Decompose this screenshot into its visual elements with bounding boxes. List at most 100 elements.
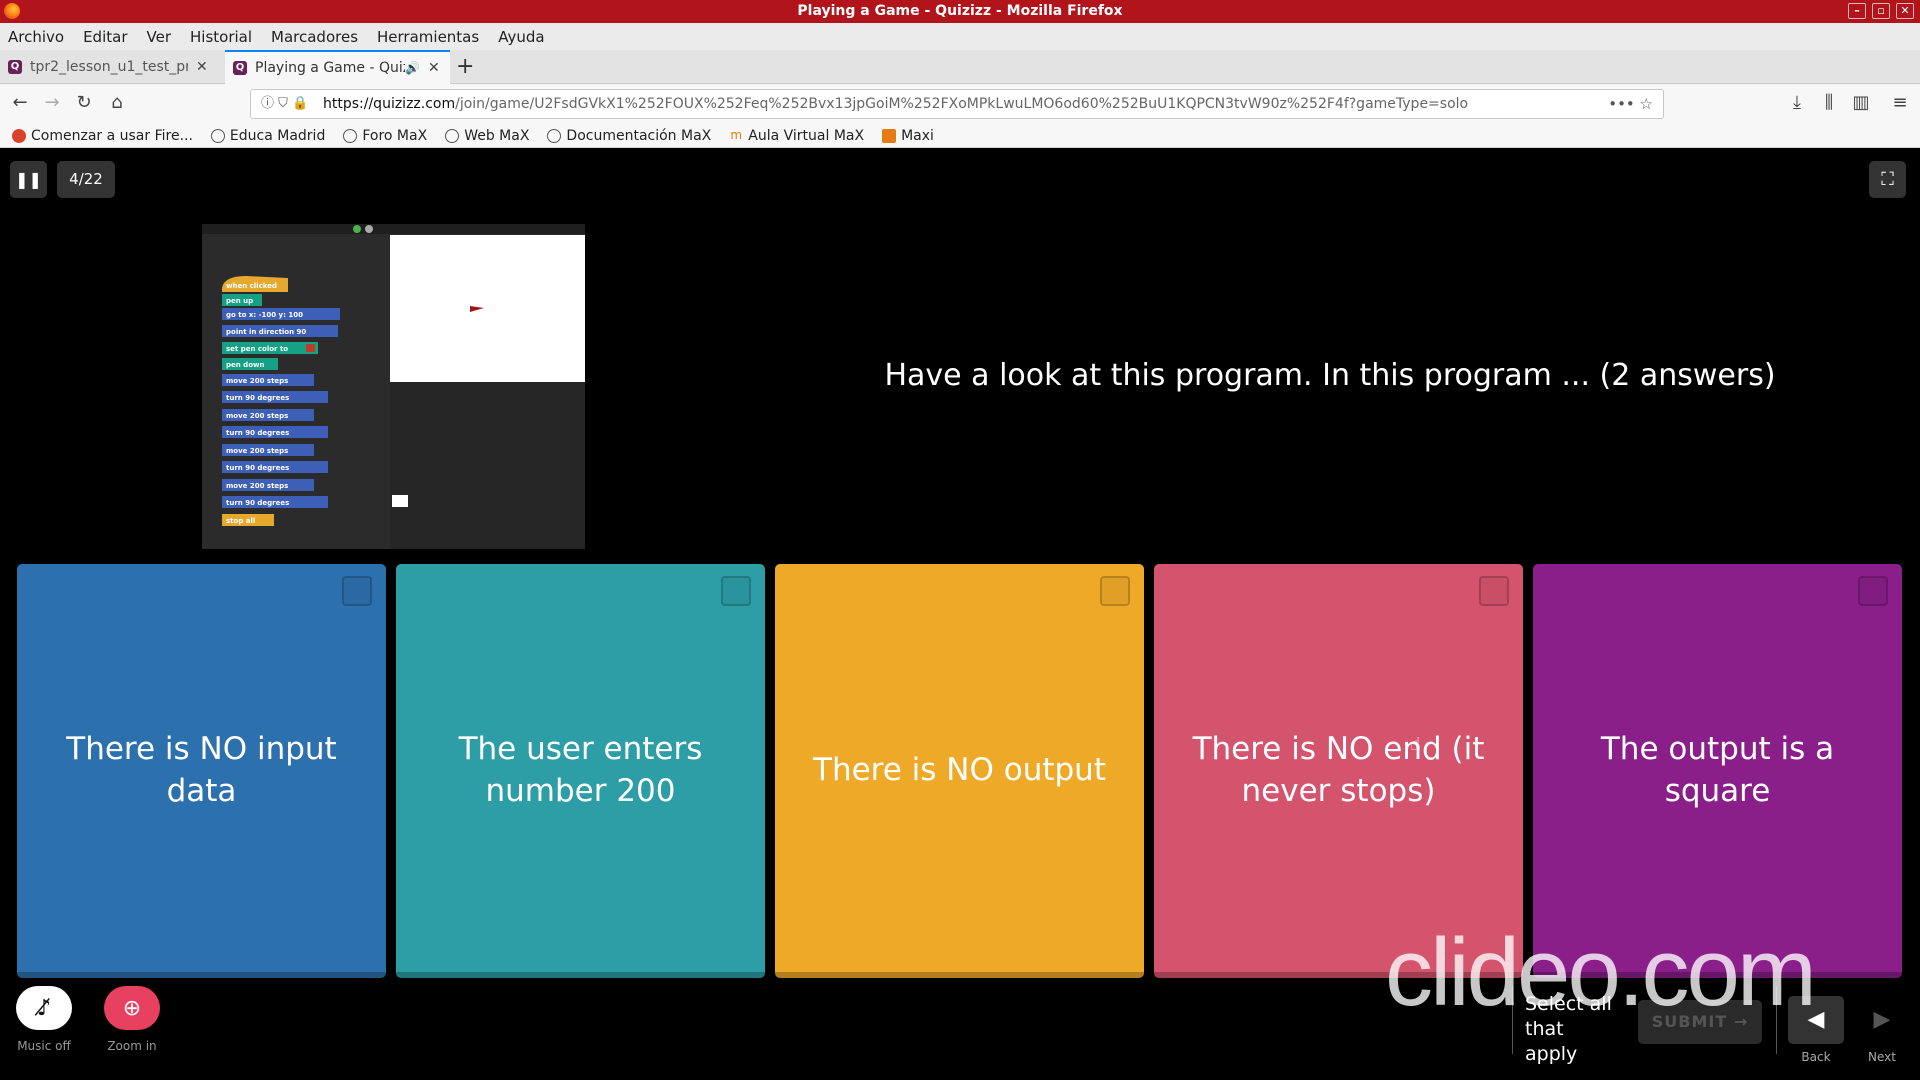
maximize-button[interactable]: ▫ bbox=[1872, 3, 1890, 19]
new-tab-button[interactable]: + bbox=[456, 54, 474, 79]
zoom-in-icon: ⊕ bbox=[122, 995, 142, 1021]
program-block: move 200 steps bbox=[226, 447, 288, 455]
bookmark-label: Web MaX bbox=[464, 127, 530, 144]
site-info-icon[interactable]: ⓘ ⛉ 🔒 bbox=[261, 90, 308, 118]
option-checkbox[interactable] bbox=[342, 576, 372, 606]
program-block: pen down bbox=[226, 361, 264, 369]
audio-playing-icon[interactable]: 🔊 bbox=[405, 61, 420, 75]
hamburger-menu-icon[interactable]: ≡ bbox=[1888, 92, 1912, 113]
program-block: turn 90 degrees bbox=[226, 499, 289, 507]
program-block: move 200 steps bbox=[226, 412, 288, 420]
bookmark-label: Documentación MaX bbox=[566, 127, 712, 144]
bookmark-educa-madrid[interactable]: Educa Madrid bbox=[210, 127, 326, 144]
tab-label: tpr2_lesson_u1_test_pr bbox=[30, 59, 188, 75]
option-checkbox[interactable] bbox=[1858, 576, 1888, 606]
answer-option-4[interactable]: There is NO end (it never stops) bbox=[1154, 564, 1523, 978]
quiz-game-area: ❚❚ 4/22 ⛶ pen up go to x: -100 y: 100 po… bbox=[0, 148, 1920, 1080]
menu-marcadores[interactable]: Marcadores bbox=[271, 28, 358, 46]
bookmark-label: Maxi bbox=[901, 127, 934, 144]
menu-ver[interactable]: Ver bbox=[147, 28, 172, 46]
blogger-icon bbox=[882, 128, 897, 143]
bookmark-documentacion-max[interactable]: Documentación MaX bbox=[547, 128, 711, 144]
menu-herramientas[interactable]: Herramientas bbox=[377, 28, 479, 46]
globe-icon bbox=[445, 128, 460, 143]
pause-button[interactable]: ❚❚ bbox=[10, 161, 47, 198]
tab-label: Playing a Game - Quiz bbox=[255, 60, 405, 76]
next-button[interactable]: ▶ bbox=[1854, 996, 1910, 1044]
menu-archivo[interactable]: Archivo bbox=[8, 28, 64, 46]
back-arrow-icon[interactable]: ← bbox=[8, 92, 32, 113]
program-block: point in direction 90 bbox=[226, 328, 306, 336]
page-actions-icon[interactable]: ••• ☆ bbox=[1608, 90, 1653, 118]
moodle-icon: m bbox=[730, 127, 743, 142]
bookmark-label: Foro MaX bbox=[362, 127, 428, 144]
close-tab-icon[interactable]: ✕ bbox=[428, 60, 440, 76]
answer-option-1[interactable]: There is NO input data bbox=[17, 564, 386, 978]
program-block: stop all bbox=[226, 517, 255, 525]
answer-options: There is NO input data The user enters n… bbox=[17, 564, 1903, 978]
answer-option-5[interactable]: The output is a square bbox=[1533, 564, 1902, 978]
option-checkbox[interactable] bbox=[721, 576, 751, 606]
option-text: The output is a square bbox=[1600, 731, 1835, 809]
home-icon[interactable]: ⌂ bbox=[105, 92, 129, 113]
answer-option-2[interactable]: The user enters number 200 bbox=[396, 564, 765, 978]
bookmarks-bar: Comenzar a usar Fire... Educa Madrid For… bbox=[0, 124, 1920, 148]
sidebar-icon[interactable]: ▥ bbox=[1849, 92, 1873, 113]
forward-arrow-icon[interactable]: → bbox=[40, 92, 64, 113]
option-checkbox[interactable] bbox=[1100, 576, 1130, 606]
globe-icon bbox=[547, 128, 562, 143]
program-block: go to x: -100 y: 100 bbox=[226, 311, 303, 319]
bookmark-label: Comenzar a usar Fire... bbox=[31, 127, 193, 144]
option-text: The user enters number 200 bbox=[458, 731, 703, 809]
program-block: turn 90 degrees bbox=[226, 464, 289, 472]
downloads-icon[interactable]: ⤓ bbox=[1785, 92, 1809, 113]
bookmark-firefox[interactable]: Comenzar a usar Fire... bbox=[12, 128, 193, 144]
music-label: Music off bbox=[17, 1039, 71, 1053]
close-tab-icon[interactable]: ✕ bbox=[196, 59, 208, 75]
window-titlebar: Playing a Game - Quizizz - Mozilla Firef… bbox=[0, 0, 1920, 23]
menu-bar: Archivo Editar Ver Historial Marcadores … bbox=[0, 23, 1920, 50]
bookmark-label: Aula Virtual MaX bbox=[748, 127, 865, 144]
option-checkbox[interactable] bbox=[1479, 576, 1509, 606]
bookmark-foro-max[interactable]: Foro MaX bbox=[343, 128, 427, 144]
bookmark-web-max[interactable]: Web MaX bbox=[445, 128, 529, 144]
program-block: set pen color to bbox=[226, 345, 288, 353]
option-shadow bbox=[396, 972, 765, 978]
program-block: move 200 steps bbox=[226, 482, 288, 490]
menu-historial[interactable]: Historial bbox=[190, 28, 252, 46]
tab-playing-game[interactable]: Q Playing a Game - Quiz 🔊 ✕ bbox=[225, 50, 450, 84]
url-path: /join/game/U2FsdGVkX1%252FOUX%252Feq%252… bbox=[455, 96, 1469, 112]
menu-ayuda[interactable]: Ayuda bbox=[498, 28, 544, 46]
next-label: Next bbox=[1868, 1050, 1896, 1064]
close-window-button[interactable]: ✕ bbox=[1896, 3, 1914, 19]
question-image[interactable]: pen up go to x: -100 y: 100 point in dir… bbox=[202, 224, 586, 549]
firefox-logo-icon bbox=[4, 3, 20, 19]
bookmark-label: Educa Madrid bbox=[229, 127, 326, 144]
address-bar[interactable]: ⓘ ⛉ 🔒 https://quizizz.com/join/game/U2Fs… bbox=[250, 89, 1664, 119]
program-block: turn 90 degrees bbox=[226, 394, 289, 402]
question-counter: 4/22 bbox=[57, 161, 115, 198]
option-text: There is NO output bbox=[813, 752, 1106, 789]
reload-icon[interactable]: ↻ bbox=[72, 92, 96, 113]
menu-editar[interactable]: Editar bbox=[83, 28, 127, 46]
library-icon[interactable]: ⫼ bbox=[1817, 92, 1841, 113]
firefox-icon bbox=[12, 128, 26, 143]
bookmark-aula-virtual-max[interactable]: m Aula Virtual MaX bbox=[729, 128, 864, 144]
option-text: There is NO end (it never stops) bbox=[1192, 731, 1485, 809]
question-text: Have a look at this program. In this pro… bbox=[884, 358, 1776, 393]
tab-bar: Q tpr2_lesson_u1_test_pr ✕ Q Playing a G… bbox=[0, 50, 1920, 84]
zoom-in-button[interactable]: ⊕ bbox=[104, 986, 160, 1030]
bookmark-maxi[interactable]: Maxi bbox=[882, 128, 934, 144]
option-text: There is NO input data bbox=[66, 731, 337, 809]
back-label: Back bbox=[1801, 1050, 1831, 1064]
minimize-button[interactable]: – bbox=[1848, 3, 1866, 19]
music-toggle-button[interactable]: ♪̸ bbox=[16, 986, 72, 1030]
hand-cursor-icon: ☝ bbox=[1410, 734, 1421, 755]
window-controls: – ▫ ✕ bbox=[1848, 3, 1914, 19]
globe-icon bbox=[210, 128, 225, 143]
fullscreen-button[interactable]: ⛶ bbox=[1869, 161, 1906, 198]
music-off-icon: ♪̸ bbox=[36, 995, 52, 1021]
answer-option-3[interactable]: There is NO output bbox=[775, 564, 1144, 978]
tab-lesson[interactable]: Q tpr2_lesson_u1_test_pr ✕ bbox=[0, 50, 225, 84]
program-block: move 200 steps bbox=[226, 377, 288, 385]
